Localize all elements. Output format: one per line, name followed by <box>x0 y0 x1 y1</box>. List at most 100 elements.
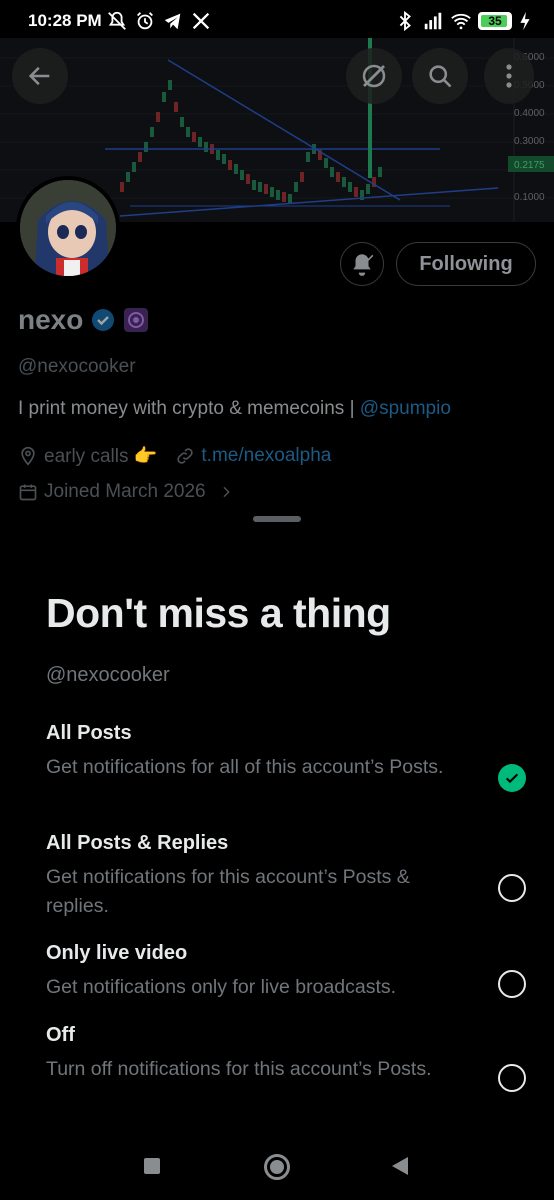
candle <box>150 127 154 137</box>
mute-icon <box>108 11 126 30</box>
candle <box>336 172 340 182</box>
candle <box>216 150 220 160</box>
option-all-posts-replies[interactable]: All Posts & Replies Get notifications fo… <box>46 832 526 921</box>
candle <box>378 167 382 177</box>
chevron-right-icon <box>223 486 230 498</box>
recents-button[interactable] <box>144 1158 160 1174</box>
sheet-grabber[interactable] <box>253 516 301 522</box>
profile-background: 0.60000.50000.40000.30000.21750.1000 Fol… <box>0 0 554 520</box>
option-description: Get notifications for all of this accoun… <box>46 756 444 778</box>
candle <box>132 162 136 172</box>
sheet-title: Don't miss a thing <box>46 590 391 636</box>
candle <box>324 158 328 168</box>
more-button[interactable] <box>484 48 534 104</box>
charging-icon <box>520 11 530 31</box>
candle <box>228 160 232 170</box>
x-logo-icon <box>192 12 210 30</box>
telegram-icon <box>164 13 181 30</box>
option-description: Get notifications only for live broadcas… <box>46 976 397 998</box>
candle <box>306 152 310 162</box>
calendar-icon <box>19 484 37 501</box>
candle <box>126 172 130 182</box>
profile-website-link[interactable]: t.me/nexoalpha <box>201 445 331 467</box>
candle <box>144 142 148 152</box>
candle <box>258 182 262 192</box>
candle <box>234 164 238 174</box>
candle <box>222 154 226 164</box>
profile-joined: Joined March 2026 <box>44 481 206 502</box>
candle <box>138 152 142 162</box>
bluetooth-icon <box>399 10 411 32</box>
candle <box>174 102 178 112</box>
radio-off[interactable] <box>498 1064 526 1092</box>
price-axis-label: 0.2175 <box>514 160 545 171</box>
search-icon <box>429 65 452 88</box>
candle <box>276 190 280 200</box>
battery-level: 35 <box>488 14 502 28</box>
candle <box>348 182 352 192</box>
candle <box>156 112 160 122</box>
option-title: Off <box>46 1024 75 1046</box>
option-title: All Posts & Replies <box>46 832 229 854</box>
candle <box>252 180 256 190</box>
status-time: 10:28 PM <box>28 11 102 30</box>
price-axis-label: 0.3000 <box>514 136 545 147</box>
more-vertical-icon <box>506 64 512 88</box>
checkmark-icon <box>505 773 519 784</box>
link-icon <box>177 448 194 464</box>
candle <box>186 127 190 137</box>
candle <box>270 187 274 197</box>
radio-all-posts-selected[interactable] <box>498 764 526 792</box>
status-bar: 10:28 PM 35 <box>0 0 554 42</box>
home-button[interactable] <box>264 1154 290 1180</box>
candle <box>204 142 208 152</box>
candle <box>264 184 268 194</box>
candle <box>300 172 304 182</box>
notifications-bell-button[interactable] <box>340 242 384 286</box>
option-live-video[interactable]: Only live video Get notifications only f… <box>46 942 526 1002</box>
candle <box>180 117 184 127</box>
profile-handle: @nexocooker <box>18 356 136 377</box>
following-button[interactable]: Following <box>396 242 536 286</box>
search-button[interactable] <box>412 48 468 104</box>
notifications-sheet: Don't miss a thing @nexocooker All Posts… <box>0 508 554 1200</box>
radio-all-posts-replies[interactable] <box>498 874 526 902</box>
location-pin-icon <box>21 446 35 466</box>
candle <box>330 167 334 177</box>
verified-badge-icon <box>92 309 115 331</box>
bio-text: I print money with crypto & memecoins | <box>18 398 360 419</box>
option-all-posts[interactable]: All Posts Get notifications for all of t… <box>46 722 526 782</box>
battery-icon: 35 <box>478 12 512 30</box>
option-off[interactable]: Off Turn off notifications for this acco… <box>46 1024 526 1084</box>
candle <box>162 92 166 102</box>
candle <box>294 182 298 192</box>
avatar-image <box>20 180 116 276</box>
profile-location: early calls 👉 <box>44 446 158 467</box>
profile-bio: I print money with crypto & memecoins | … <box>18 398 451 420</box>
price-axis-label: 0.1000 <box>514 192 545 203</box>
candle <box>288 194 292 204</box>
candle <box>192 132 196 142</box>
option-title: All Posts <box>46 722 132 744</box>
candle <box>366 184 370 194</box>
candle <box>282 192 286 202</box>
alarm-icon <box>137 12 153 30</box>
candle <box>342 177 346 187</box>
grok-button[interactable] <box>346 48 402 104</box>
bell-check-icon <box>353 254 374 276</box>
grok-icon <box>362 64 386 88</box>
profile-name: nexo <box>18 304 84 335</box>
candle <box>246 174 250 184</box>
radio-live-video[interactable] <box>498 970 526 998</box>
system-nav-bar <box>0 1140 554 1200</box>
option-description: Turn off notifications for this account’… <box>46 1058 432 1080</box>
arrow-left-icon <box>28 66 50 86</box>
bio-mention-link[interactable]: @spumpio <box>360 398 451 419</box>
option-description: Get notifications for this account’s Pos… <box>46 866 410 917</box>
wifi-icon <box>451 13 471 30</box>
candle <box>168 80 172 90</box>
signal-icon <box>424 12 442 30</box>
avatar[interactable] <box>16 176 120 280</box>
back-nav-button[interactable] <box>392 1157 408 1175</box>
back-button[interactable] <box>12 48 68 104</box>
